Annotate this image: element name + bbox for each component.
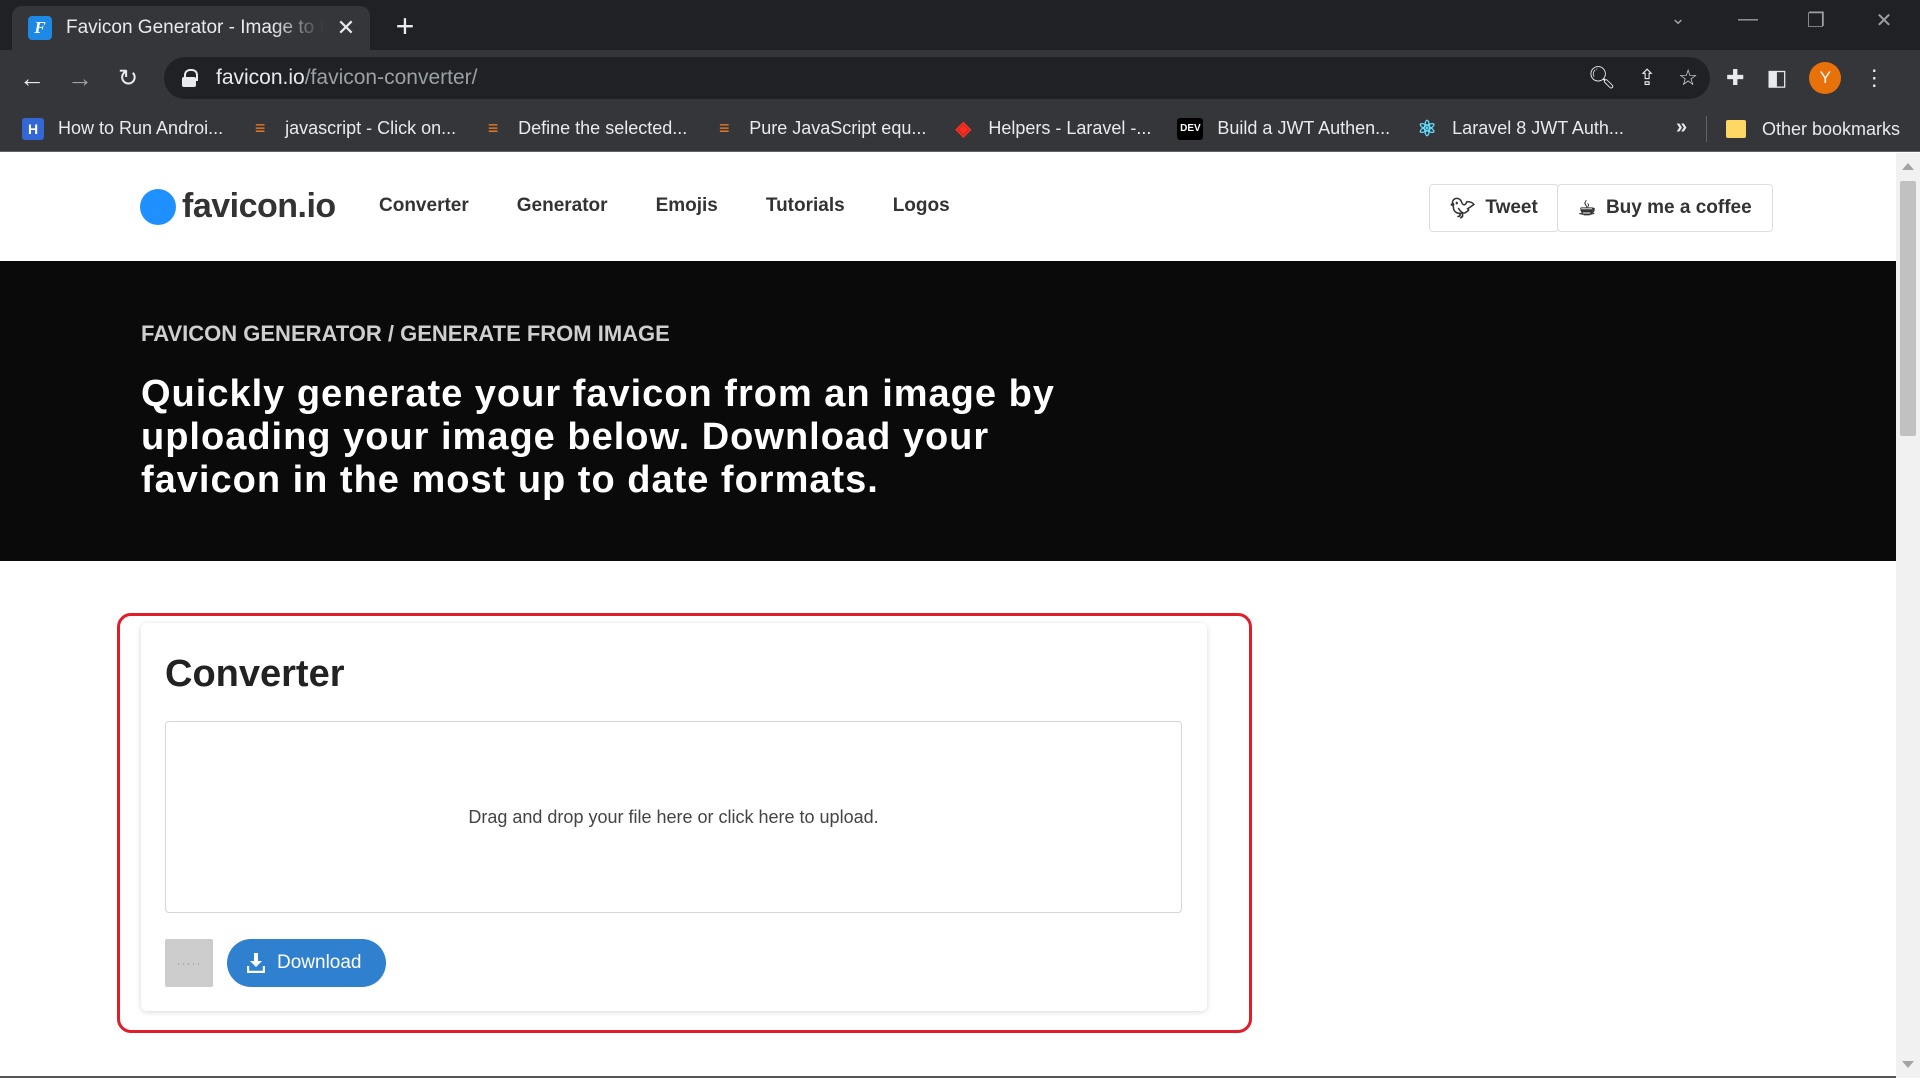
other-bookmarks[interactable]: Other bookmarks bbox=[1726, 106, 1900, 152]
favicon-io-icon: F bbox=[28, 16, 52, 40]
stackoverflow-icon: ≡ bbox=[487, 118, 499, 138]
bookmark-star-icon[interactable]: ☆ bbox=[1678, 65, 1698, 91]
page-bottom-divider bbox=[0, 1076, 1896, 1078]
bookmark-item[interactable]: ◈ Helpers - Laravel -... bbox=[952, 118, 1152, 140]
extensions-puzzle-icon[interactable]: ✚ bbox=[1726, 65, 1744, 91]
nav-logos[interactable]: Logos bbox=[893, 195, 950, 217]
minimize-icon[interactable]: — bbox=[1730, 8, 1766, 31]
nav-emojis[interactable]: Emojis bbox=[656, 195, 718, 217]
react-icon: ⚛ bbox=[1417, 115, 1438, 141]
browser-toolbar: ← → ↻ favicon.io/favicon-converter/ 🔍︎ ⇪… bbox=[0, 50, 1920, 106]
site-header: favicon.io Converter Generator Emojis Tu… bbox=[0, 153, 1896, 261]
bookmark-item[interactable]: H How to Run Androi... bbox=[22, 117, 223, 140]
nav-generator[interactable]: Generator bbox=[517, 195, 608, 217]
tab-search-chevron-icon[interactable]: ⌄ bbox=[1660, 8, 1696, 29]
nav-tutorials[interactable]: Tutorials bbox=[766, 195, 845, 217]
bookmark-item[interactable]: ⚛ Laravel 8 JWT Auth... bbox=[1416, 115, 1624, 141]
tab-title: Favicon Generator - Image to Favicon bbox=[66, 17, 324, 38]
folder-icon bbox=[1726, 120, 1746, 138]
laravel-icon: ◈ bbox=[955, 118, 972, 140]
converter-card: Converter Drag and drop your file here o… bbox=[141, 623, 1207, 1011]
dropzone-text: Drag and drop your file here or click he… bbox=[468, 806, 879, 827]
lock-icon[interactable] bbox=[182, 69, 198, 87]
hero-banner: FAVICON GENERATOR / GENERATE FROM IMAGE … bbox=[0, 261, 1896, 561]
scroll-down-arrow-icon[interactable] bbox=[1902, 1061, 1914, 1068]
browser-menu-icon[interactable]: ⋮ bbox=[1863, 65, 1885, 91]
coffee-cup-icon: ☕︎ bbox=[1578, 197, 1596, 220]
nav-converter[interactable]: Converter bbox=[379, 195, 469, 217]
hero-lead-text: Quickly generate your favicon from an im… bbox=[141, 373, 1055, 501]
tab-strip: F Favicon Generator - Image to Favicon ✕… bbox=[0, 0, 1920, 50]
share-icon[interactable]: ⇪ bbox=[1638, 65, 1656, 91]
page-scrollbar[interactable] bbox=[1896, 153, 1920, 1078]
bookmark-item[interactable]: ≡ Pure JavaScript equ... bbox=[713, 118, 926, 140]
bookmark-h-icon: H bbox=[22, 117, 44, 140]
bookmarks-bar: H How to Run Androi... ≡ javascript - Cl… bbox=[0, 106, 1920, 152]
breadcrumb: FAVICON GENERATOR / GENERATE FROM IMAGE bbox=[141, 321, 670, 346]
stackoverflow-icon: ≡ bbox=[718, 118, 730, 138]
scrollbar-thumb[interactable] bbox=[1900, 181, 1916, 436]
zoom-icon[interactable]: 🔍︎ bbox=[1588, 65, 1616, 91]
reload-icon[interactable]: ↻ bbox=[110, 60, 146, 96]
twitter-bird-icon: 🐦︎ bbox=[1450, 197, 1476, 220]
download-icon bbox=[247, 953, 265, 973]
tweet-button[interactable]: 🐦︎ Tweet bbox=[1429, 184, 1559, 232]
preview-placeholder: ····· bbox=[165, 939, 213, 987]
logo-circle-icon bbox=[140, 188, 176, 225]
scroll-up-arrow-icon[interactable] bbox=[1902, 163, 1914, 170]
new-tab-icon[interactable]: + bbox=[390, 8, 420, 45]
close-tab-icon[interactable]: ✕ bbox=[334, 15, 358, 41]
site-logo[interactable]: favicon.io bbox=[140, 187, 336, 226]
browser-tab-active[interactable]: F Favicon Generator - Image to Favicon ✕ bbox=[12, 6, 370, 50]
back-arrow-icon[interactable]: ← bbox=[14, 60, 50, 96]
restore-icon[interactable]: ❐ bbox=[1798, 8, 1834, 33]
bookmark-item[interactable]: ≡ javascript - Click on... bbox=[249, 118, 456, 140]
close-window-icon[interactable]: ✕ bbox=[1866, 8, 1902, 33]
buy-me-coffee-button[interactable]: ☕︎ Buy me a coffee bbox=[1557, 184, 1773, 232]
address-bar[interactable]: favicon.io/favicon-converter/ 🔍︎ ⇪ ☆ bbox=[164, 57, 1710, 99]
bookmark-item[interactable]: DEV Build a JWT Authen... bbox=[1177, 117, 1390, 140]
forward-arrow-icon[interactable]: → bbox=[62, 60, 98, 96]
dev-to-icon: DEV bbox=[1177, 117, 1204, 140]
download-button[interactable]: Download bbox=[227, 939, 386, 987]
converter-title: Converter bbox=[165, 653, 345, 695]
stackoverflow-icon: ≡ bbox=[254, 118, 266, 138]
site-nav: Converter Generator Emojis Tutorials Log… bbox=[379, 195, 950, 217]
more-bookmarks-chevron-icon[interactable]: » bbox=[1676, 116, 1687, 139]
side-panel-icon[interactable]: ◧ bbox=[1766, 65, 1787, 91]
bookmarks-divider bbox=[1706, 116, 1707, 142]
url-text[interactable]: favicon.io/favicon-converter/ bbox=[216, 66, 477, 90]
upload-dropzone[interactable]: Drag and drop your file here or click he… bbox=[165, 721, 1182, 913]
profile-avatar[interactable]: Y bbox=[1809, 62, 1842, 94]
bookmark-item[interactable]: ≡ Define the selected... bbox=[482, 118, 687, 140]
page-viewport: favicon.io Converter Generator Emojis Tu… bbox=[0, 153, 1896, 1078]
